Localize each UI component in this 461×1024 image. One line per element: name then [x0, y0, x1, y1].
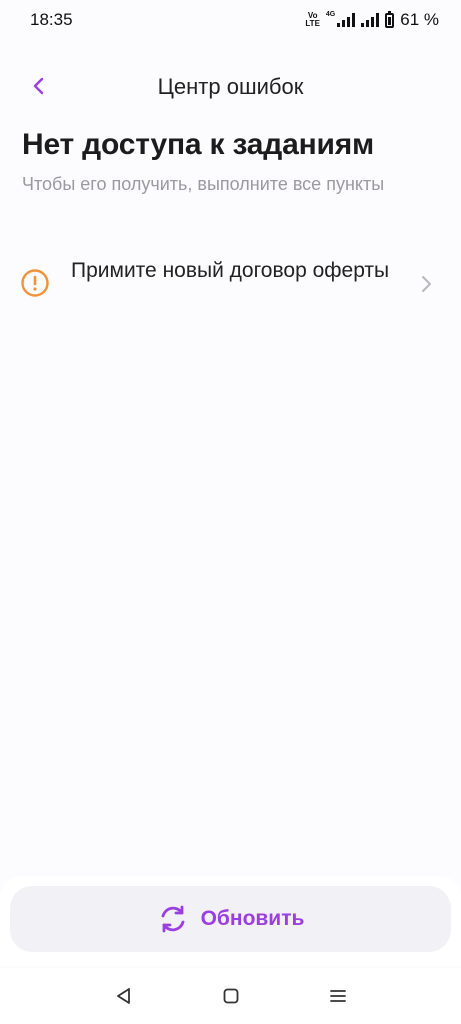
- system-nav-bar: [0, 968, 461, 1024]
- nav-back-button[interactable]: [106, 978, 142, 1014]
- screen: 18:35 Vo LTE 4G 61 % Центр ошибок Нет до…: [0, 0, 461, 1024]
- header: Центр ошибок: [0, 62, 461, 110]
- battery-icon: [385, 10, 395, 28]
- signal-icon: [337, 13, 356, 27]
- status-bar: 18:35 Vo LTE 4G 61 %: [0, 0, 461, 40]
- volte-icon: Vo LTE: [305, 11, 320, 28]
- menu-lines-icon: [329, 990, 346, 1002]
- signal-icon-2: [361, 13, 380, 27]
- status-indicators: Vo LTE 4G 61 %: [305, 10, 439, 30]
- refresh-icon: [161, 905, 184, 933]
- refresh-label: Обновить: [200, 907, 305, 930]
- triangle-back-icon: [116, 988, 130, 1004]
- status-time: 18:35: [30, 10, 73, 29]
- square-home-icon: [223, 988, 238, 1004]
- battery-percent: 61 %: [400, 10, 439, 29]
- info-circle-icon: [21, 269, 49, 297]
- refresh-button[interactable]: Обновить: [10, 886, 451, 952]
- page-title: Центр ошибок: [157, 74, 304, 99]
- section-subtitle: Чтобы его получить, выполните все пункты: [22, 174, 385, 194]
- network-type: 4G: [325, 10, 336, 18]
- task-label: Примите новый договор оферты: [71, 259, 390, 282]
- nav-menu-button[interactable]: [320, 978, 356, 1014]
- nav-home-button[interactable]: [213, 978, 249, 1014]
- section-heading: Нет доступа к заданиям: [22, 128, 375, 161]
- chevron-right-icon: [422, 276, 431, 292]
- task-item-accept-offer[interactable]: Примите новый договор оферты: [0, 252, 461, 318]
